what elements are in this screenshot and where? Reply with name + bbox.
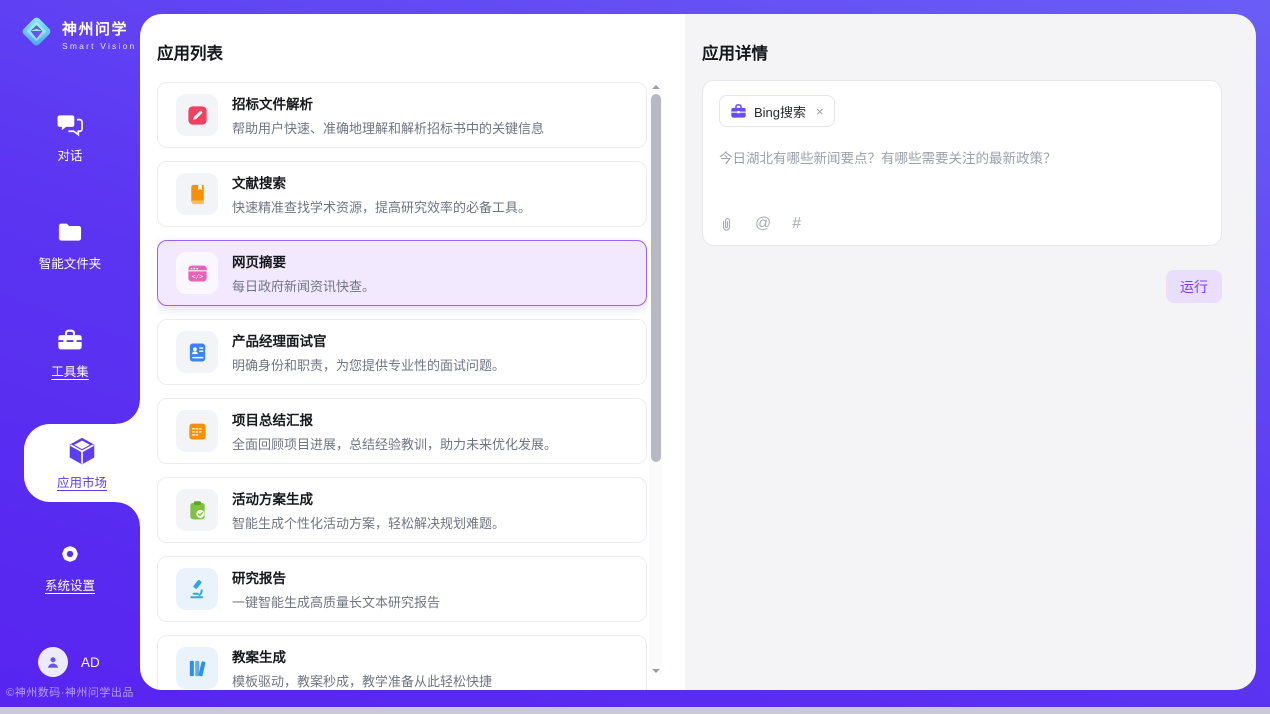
edit-document-icon <box>176 94 218 136</box>
tool-chip-label: Bing搜索 <box>754 102 806 121</box>
app-card-web-summary[interactable]: </> 网页摘要 每日政府新闻资讯快查。 <box>157 240 647 306</box>
microscope-icon <box>176 568 218 610</box>
app-name: 研究报告 <box>232 567 440 587</box>
app-frame: 神州问学 Smart Vision 对话 智能文件夹 <box>0 0 1270 707</box>
list-scrollbar[interactable] <box>649 82 662 676</box>
chat-icon <box>0 110 140 138</box>
app-name: 网页摘要 <box>232 251 375 271</box>
sidebar: 神州问学 Smart Vision 对话 智能文件夹 <box>0 0 140 707</box>
app-desc: 智能生成个性化活动方案，轻松解决规划难题。 <box>232 513 505 532</box>
run-button[interactable]: 运行 <box>1166 270 1222 303</box>
sidebar-item-chat[interactable]: 对话 <box>0 110 140 165</box>
brand-subtitle: Smart Vision <box>62 41 136 51</box>
books-icon <box>176 647 218 689</box>
resume-person-icon <box>176 331 218 373</box>
clipboard-check-icon <box>176 489 218 531</box>
user-initials: AD <box>81 655 100 670</box>
app-name: 文献搜索 <box>232 172 531 192</box>
app-name: 活动方案生成 <box>232 488 505 508</box>
composer-toolbar: @ # <box>719 215 801 233</box>
browser-code-icon: </> <box>176 252 218 294</box>
brand-title: 神州问学 <box>62 18 136 39</box>
user-row: AD <box>38 647 100 677</box>
app-desc: 帮助用户快速、准确地理解和解析招标书中的关键信息 <box>232 118 544 137</box>
mention-icon[interactable]: @ <box>755 215 771 233</box>
app-desc: 每日政府新闻资讯快查。 <box>232 276 375 295</box>
sidebar-item-app-market[interactable]: 应用市场 <box>24 424 140 502</box>
book-icon <box>176 173 218 215</box>
app-name: 教案生成 <box>232 646 492 666</box>
scroll-down-icon[interactable] <box>652 669 660 673</box>
cube-icon <box>66 435 98 467</box>
sidebar-item-label: 工具集 <box>51 365 89 379</box>
app-card-event-plan[interactable]: 活动方案生成 智能生成个性化活动方案，轻松解决规划难题。 <box>157 477 647 543</box>
app-name: 产品经理面试官 <box>232 330 505 350</box>
avatar[interactable] <box>38 647 68 677</box>
scroll-up-icon[interactable] <box>652 85 660 89</box>
attachment-icon[interactable] <box>719 216 734 233</box>
sidebar-item-smart-folder[interactable]: 智能文件夹 <box>0 218 140 273</box>
app-list-title: 应用列表 <box>157 40 223 64</box>
sidebar-item-toolset[interactable]: 工具集 <box>0 326 140 381</box>
tool-chip-bing-search[interactable]: Bing搜索 × <box>719 95 835 127</box>
close-icon[interactable]: × <box>816 104 824 119</box>
app-card-pm-interviewer[interactable]: 产品经理面试官 明确身份和职责，为您提供专业性的面试问题。 <box>157 319 647 385</box>
sidebar-item-label: 应用市场 <box>57 472 107 491</box>
main-content: 应用列表 招标文件解析 帮助用户快速、准确地理解和解析招标书中的关键信息 <box>140 14 1256 690</box>
app-card-bid-parse[interactable]: 招标文件解析 帮助用户快速、准确地理解和解析招标书中的关键信息 <box>157 82 647 148</box>
app-card-literature-search[interactable]: 文献搜索 快速精准查找学术资源，提高研究效率的必备工具。 <box>157 161 647 227</box>
sidebar-item-label: 系统设置 <box>45 579 95 593</box>
prompt-card: Bing搜索 × 今日湖北有哪些新闻要点？有哪些需要关注的最新政策？ @ # <box>702 80 1222 246</box>
app-name: 招标文件解析 <box>232 93 544 113</box>
app-desc: 一键智能生成高质量长文本研究报告 <box>232 592 440 611</box>
sidebar-item-label: 智能文件夹 <box>39 257 102 271</box>
app-detail-panel: 应用详情 Bing搜索 × 今日湖北有哪些新闻要点？有哪些需要关注的最新政 <box>685 14 1256 690</box>
app-desc: 全面回顾项目进展，总结经验教训，助力未来优化发展。 <box>232 434 557 453</box>
toolbox-icon <box>0 326 140 354</box>
app-detail-title: 应用详情 <box>702 40 768 64</box>
user-avatar-icon <box>44 653 62 671</box>
sidebar-item-label: 对话 <box>57 149 82 163</box>
app-card-research-report[interactable]: 研究报告 一键智能生成高质量长文本研究报告 <box>157 556 647 622</box>
svg-text:</>: </> <box>191 273 202 280</box>
app-list: 招标文件解析 帮助用户快速、准确地理解和解析招标书中的关键信息 文献搜索 <box>157 82 647 690</box>
app-desc: 快速精准查找学术资源，提高研究效率的必备工具。 <box>232 197 531 216</box>
sidebar-footer: ©神州数码·神州问学出品 <box>0 684 140 700</box>
sidebar-item-settings[interactable]: 系统设置 <box>0 540 140 595</box>
folder-icon <box>0 218 140 246</box>
prompt-input[interactable]: 今日湖北有哪些新闻要点？有哪些需要关注的最新政策？ <box>719 149 1205 169</box>
briefcase-icon <box>730 103 747 119</box>
brand: 神州问学 Smart Vision <box>18 13 136 55</box>
app-desc: 明确身份和职责，为您提供专业性的面试问题。 <box>232 355 505 374</box>
scrollbar-thumb[interactable] <box>651 94 661 462</box>
app-desc: 模板驱动，教案秒成，教学准备从此轻松快捷 <box>232 671 492 690</box>
memo-icon <box>176 410 218 452</box>
app-card-project-summary[interactable]: 项目总结汇报 全面回顾项目进展，总结经验教训，助力未来优化发展。 <box>157 398 647 464</box>
app-name: 项目总结汇报 <box>232 409 557 429</box>
app-list-panel: 应用列表 招标文件解析 帮助用户快速、准确地理解和解析招标书中的关键信息 <box>140 14 685 690</box>
gear-icon <box>0 540 140 568</box>
hash-icon[interactable]: # <box>792 215 801 233</box>
app-card-lesson-plan[interactable]: 教案生成 模板驱动，教案秒成，教学准备从此轻松快捷 <box>157 635 647 690</box>
diamond-logo-icon <box>18 13 55 55</box>
